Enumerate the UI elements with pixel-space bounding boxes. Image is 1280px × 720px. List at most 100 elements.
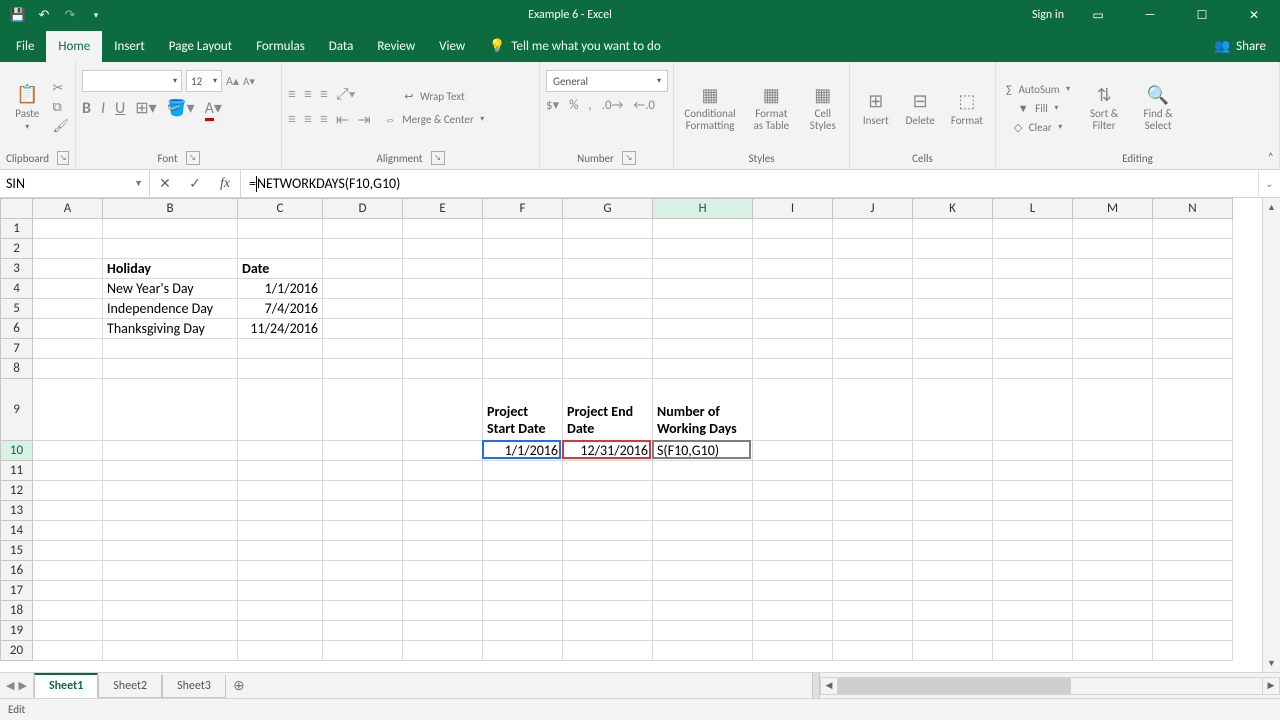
cell-F3[interactable]	[483, 259, 563, 279]
cell-D8[interactable]	[323, 359, 403, 379]
cell-N19[interactable]	[1153, 621, 1233, 641]
cell-I10[interactable]	[753, 441, 833, 461]
cell-A16[interactable]	[33, 561, 103, 581]
cell-C5[interactable]: 7/4/2016	[238, 299, 323, 319]
cell-G7[interactable]	[563, 339, 653, 359]
cell-J10[interactable]	[833, 441, 913, 461]
cell-L7[interactable]	[993, 339, 1073, 359]
cell-B3[interactable]: Holiday	[103, 259, 238, 279]
row-header-10[interactable]: 10	[1, 441, 33, 461]
cell-B11[interactable]	[103, 461, 238, 481]
cell-N10[interactable]	[1153, 441, 1233, 461]
clipboard-dialog-icon[interactable]: ↘	[57, 151, 69, 165]
cell-J3[interactable]	[833, 259, 913, 279]
cell-B19[interactable]	[103, 621, 238, 641]
cell-K13[interactable]	[913, 501, 993, 521]
cell-A20[interactable]	[33, 641, 103, 661]
cell-M14[interactable]	[1073, 521, 1153, 541]
cell-M16[interactable]	[1073, 561, 1153, 581]
cell-B17[interactable]	[103, 581, 238, 601]
cell-A3[interactable]	[33, 259, 103, 279]
tab-insert[interactable]: Insert	[102, 31, 157, 62]
decrease-decimal-icon[interactable]: ←.0	[633, 98, 655, 113]
cell-E18[interactable]	[403, 601, 483, 621]
cell-C18[interactable]	[238, 601, 323, 621]
cell-C1[interactable]	[238, 219, 323, 239]
cell-C16[interactable]	[238, 561, 323, 581]
cell-G10[interactable]: 12/31/2016	[563, 441, 653, 461]
cell-M3[interactable]	[1073, 259, 1153, 279]
cell-F19[interactable]	[483, 621, 563, 641]
align-left-icon[interactable]: ≡	[288, 110, 296, 130]
cell-D19[interactable]	[323, 621, 403, 641]
cell-F2[interactable]	[483, 239, 563, 259]
cell-N11[interactable]	[1153, 461, 1233, 481]
cell-F17[interactable]	[483, 581, 563, 601]
cell-H3[interactable]	[653, 259, 753, 279]
grid[interactable]: ABCDEFGHIJKLMN123HolidayDate4New Year's …	[0, 198, 1262, 672]
cell-N20[interactable]	[1153, 641, 1233, 661]
cell-K1[interactable]	[913, 219, 993, 239]
cell-A18[interactable]	[33, 601, 103, 621]
find-select-button[interactable]: 🔍Find & Select	[1134, 82, 1182, 134]
formula-bar[interactable]: =NETWORKDAYS(F10,G10)	[241, 175, 1258, 192]
cell-E6[interactable]	[403, 319, 483, 339]
cell-I16[interactable]	[753, 561, 833, 581]
cell-N6[interactable]	[1153, 319, 1233, 339]
cell-N15[interactable]	[1153, 541, 1233, 561]
cell-C3[interactable]: Date	[238, 259, 323, 279]
conditional-formatting-button[interactable]: ▦Conditional Formatting	[680, 82, 740, 134]
cell-D12[interactable]	[323, 481, 403, 501]
cell-N16[interactable]	[1153, 561, 1233, 581]
tab-page-layout[interactable]: Page Layout	[157, 31, 244, 62]
cell-M10[interactable]	[1073, 441, 1153, 461]
col-header-A[interactable]: A	[33, 199, 103, 219]
cell-I8[interactable]	[753, 359, 833, 379]
tab-split-handle[interactable]	[812, 673, 820, 698]
cell-E14[interactable]	[403, 521, 483, 541]
enter-formula-icon[interactable]: ✓	[180, 170, 210, 197]
cell-G6[interactable]	[563, 319, 653, 339]
row-header-14[interactable]: 14	[1, 521, 33, 541]
number-dialog-icon[interactable]: ↘	[622, 151, 636, 165]
cell-C15[interactable]	[238, 541, 323, 561]
col-header-I[interactable]: I	[753, 199, 833, 219]
col-header-J[interactable]: J	[833, 199, 913, 219]
cell-K10[interactable]	[913, 441, 993, 461]
row-header-13[interactable]: 13	[1, 501, 33, 521]
cell-G9[interactable]: Project End Date	[563, 379, 653, 441]
new-sheet-button[interactable]: ⊕	[226, 673, 252, 698]
cell-B12[interactable]	[103, 481, 238, 501]
cell-L5[interactable]	[993, 299, 1073, 319]
cell-K15[interactable]	[913, 541, 993, 561]
cell-E19[interactable]	[403, 621, 483, 641]
cell-C17[interactable]	[238, 581, 323, 601]
col-header-H[interactable]: H	[653, 199, 753, 219]
row-header-16[interactable]: 16	[1, 561, 33, 581]
cell-J11[interactable]	[833, 461, 913, 481]
cell-L6[interactable]	[993, 319, 1073, 339]
cell-D7[interactable]	[323, 339, 403, 359]
cell-B7[interactable]	[103, 339, 238, 359]
merge-center-button[interactable]: ⇔ Merge & Center ▾	[381, 111, 489, 128]
cell-L1[interactable]	[993, 219, 1073, 239]
cell-E2[interactable]	[403, 239, 483, 259]
cell-H17[interactable]	[653, 581, 753, 601]
cell-G12[interactable]	[563, 481, 653, 501]
align-bottom-icon[interactable]: ≡	[320, 85, 328, 104]
cell-F12[interactable]	[483, 481, 563, 501]
tab-file[interactable]: File	[4, 31, 46, 62]
cell-J12[interactable]	[833, 481, 913, 501]
cell-E7[interactable]	[403, 339, 483, 359]
cell-G20[interactable]	[563, 641, 653, 661]
cell-D1[interactable]	[323, 219, 403, 239]
cell-N9[interactable]	[1153, 379, 1233, 441]
cell-A17[interactable]	[33, 581, 103, 601]
cell-C2[interactable]	[238, 239, 323, 259]
cell-N3[interactable]	[1153, 259, 1233, 279]
name-box[interactable]: SIN ▼	[0, 170, 150, 197]
row-header-2[interactable]: 2	[1, 239, 33, 259]
cell-H5[interactable]	[653, 299, 753, 319]
sheet-tab-sheet1[interactable]: Sheet1	[34, 673, 98, 698]
cell-J17[interactable]	[833, 581, 913, 601]
